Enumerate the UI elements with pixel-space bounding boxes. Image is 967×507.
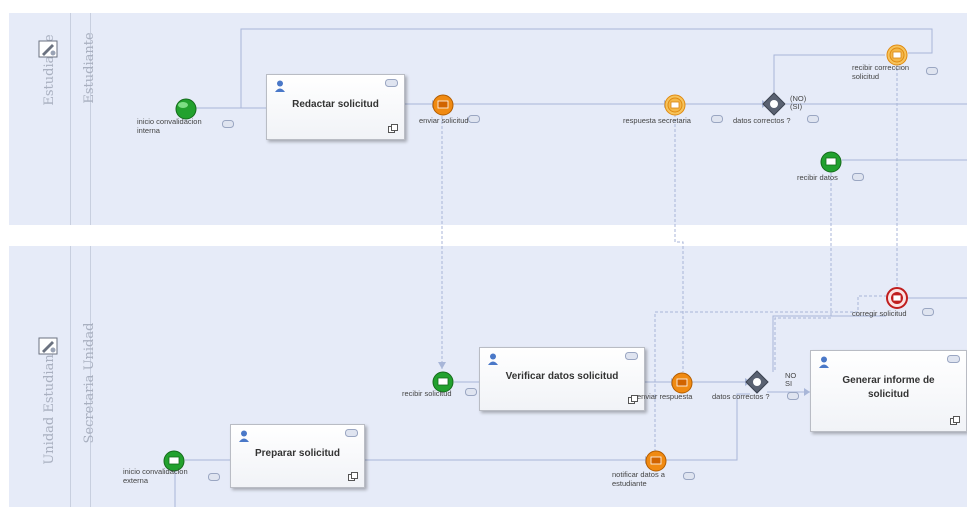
task-title-line1: Generar informe de xyxy=(842,375,935,386)
comment-icon[interactable] xyxy=(787,392,799,401)
comment-icon[interactable] xyxy=(807,115,819,124)
task-preparar-solicitud[interactable]: Preparar solicitud xyxy=(230,424,365,488)
end-event-corregir-solicitud[interactable] xyxy=(886,287,908,309)
comment-icon[interactable] xyxy=(683,472,695,481)
label-notificar: notificar datos a estudiante xyxy=(612,470,665,488)
task-redactar-solicitud[interactable]: Redactar solicitud xyxy=(266,74,405,140)
label-recibir-datos: recibir datos xyxy=(797,173,838,182)
comment-icon[interactable] xyxy=(208,473,220,482)
message-start-recibir-datos[interactable] xyxy=(820,151,842,173)
task-title-line2: solicitud xyxy=(867,389,910,400)
task-title: Verificar datos solicitud xyxy=(505,371,619,382)
comment-icon[interactable] xyxy=(625,352,638,362)
label-enviar-respuesta: enviar respuesta xyxy=(637,392,693,401)
user-icon xyxy=(819,356,829,368)
message-event-respuesta-secretaria[interactable] xyxy=(664,94,686,116)
subprocess-icon xyxy=(348,472,358,481)
label-corregir-solicitud: corregir solicitud xyxy=(852,309,907,318)
task-title: Redactar solicitud xyxy=(292,99,379,110)
task-verificar-datos-solicitud[interactable]: Verificar datos solicitud xyxy=(479,347,645,411)
label-inicio-externa: inicio convalidacion externa xyxy=(123,467,188,485)
label-inicio-interna: inicio convalidacion interna xyxy=(137,117,202,135)
label-gateway-si-top: (SI) xyxy=(790,102,803,111)
user-icon xyxy=(239,430,249,442)
message-event-enviar-respuesta[interactable] xyxy=(671,372,693,394)
task-title: Preparar solicitud xyxy=(254,448,341,459)
label-respuesta-secretaria: respuesta secretaria xyxy=(623,116,691,125)
comment-icon[interactable] xyxy=(468,115,480,124)
gateway-icon[interactable] xyxy=(745,370,769,394)
comment-icon[interactable] xyxy=(345,429,358,439)
subprocess-icon xyxy=(950,416,960,425)
message-event-notificar[interactable] xyxy=(645,450,667,472)
task-generar-informe[interactable]: Generar informe de solicitud xyxy=(810,350,967,432)
user-icon xyxy=(275,80,285,92)
label-datos-correctos-top: datos correctos ? xyxy=(733,116,791,125)
comment-icon[interactable] xyxy=(922,308,934,317)
comment-icon[interactable] xyxy=(465,388,477,397)
label-datos-correctos-bottom: datos correctos ? xyxy=(712,392,770,401)
label-gateway-si-bottom: SI xyxy=(785,379,793,388)
comment-icon[interactable] xyxy=(852,173,864,182)
comment-icon[interactable] xyxy=(926,67,938,76)
label-enviar-solicitud: enviar solicitud xyxy=(419,116,469,125)
gateway-icon[interactable] xyxy=(762,92,786,116)
comment-icon[interactable] xyxy=(947,355,960,365)
subprocess-icon xyxy=(388,124,398,133)
label-recibir-solicitud: recibir solicitud xyxy=(402,389,452,398)
comment-icon[interactable] xyxy=(711,115,723,124)
comment-icon[interactable] xyxy=(385,79,398,89)
user-icon xyxy=(488,353,498,365)
message-event-enviar-solicitud[interactable] xyxy=(432,94,454,116)
comment-icon[interactable] xyxy=(222,120,234,129)
label-recibir-correccion: recibir correccion solicitud xyxy=(852,63,910,81)
